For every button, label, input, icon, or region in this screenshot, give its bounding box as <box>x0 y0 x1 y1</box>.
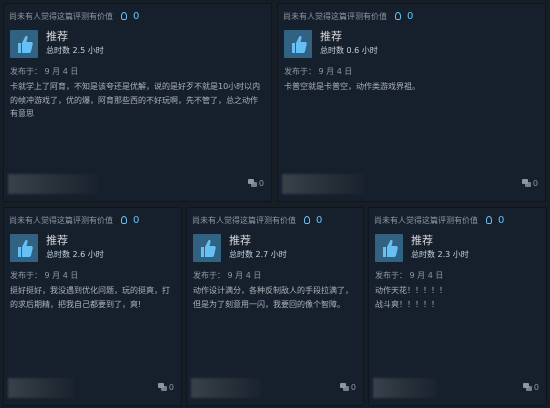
helpful-count: 0 <box>498 215 505 226</box>
author-avatar[interactable] <box>8 378 74 398</box>
author-avatar[interactable] <box>8 174 98 194</box>
vote-title: 推荐 <box>46 30 68 43</box>
vote-title: 推荐 <box>320 30 342 43</box>
comment-icon <box>157 383 167 391</box>
author-avatar[interactable] <box>373 378 437 398</box>
helpful-indicator: 尚未有人觉得这篇评测有价值 0 <box>9 214 175 228</box>
comment-count: 0 <box>533 383 539 392</box>
thumbs-up-icon <box>284 30 312 58</box>
vote-header[interactable]: 推荐 总时数 2.3 小时 <box>375 234 540 262</box>
lightbulb-icon <box>121 12 127 20</box>
vote-header[interactable]: 推荐 总时数 0.6 小时 <box>284 30 539 58</box>
comment-icon <box>521 179 531 187</box>
comment-count: 0 <box>168 383 174 392</box>
lightbulb-icon <box>395 12 401 20</box>
review-card[interactable]: 尚未有人觉得这篇评测有价值 0 推荐 总时数 2.5 小时 发布于： 9 月 4 … <box>3 3 272 202</box>
review-text: 动作天花！！！！！ 战斗爽！！！！！ <box>375 286 447 309</box>
comment-count: 0 <box>532 179 538 188</box>
comment-button[interactable]: 0 <box>247 177 264 191</box>
thumbs-up-icon <box>10 234 38 262</box>
vote-header[interactable]: 推荐 总时数 2.5 小时 <box>10 30 265 58</box>
review-card[interactable]: 尚未有人觉得这篇评测有价值 0 推荐 总时数 2.3 小时 发布于： 9 月 4 … <box>368 207 547 406</box>
vote-title: 推荐 <box>229 234 251 247</box>
hours-played: 总时数 2.3 小时 <box>411 250 469 259</box>
lightbulb-icon <box>121 216 127 224</box>
thumbs-up-icon <box>10 30 38 58</box>
helpful-text: 尚未有人觉得这篇评测有价值 <box>192 216 296 225</box>
helpful-indicator: 尚未有人觉得这篇评测有价值 0 <box>192 214 357 228</box>
review-card[interactable]: 尚未有人觉得这篇评测有价值 0 推荐 总时数 0.6 小时 发布于： 9 月 4 … <box>277 3 546 202</box>
review-text: 卡普空就是卡普空，动作类游戏界祖。 <box>284 82 420 91</box>
helpful-indicator: 尚未有人觉得这篇评测有价值 0 <box>283 10 539 24</box>
posted-date: 发布于： 9 月 4 日 <box>375 271 444 280</box>
hours-played: 总时数 2.6 小时 <box>46 250 104 259</box>
comment-count: 0 <box>350 383 356 392</box>
helpful-text: 尚未有人觉得这篇评测有价值 <box>374 216 478 225</box>
hours-played: 总时数 0.6 小时 <box>320 46 378 55</box>
helpful-indicator: 尚未有人觉得这篇评测有价值 0 <box>374 214 540 228</box>
thumbs-up-icon <box>193 234 221 262</box>
comment-button[interactable]: 0 <box>522 381 539 395</box>
posted-date: 发布于： 9 月 4 日 <box>10 271 79 280</box>
review-text: 卡就学上了阿育，不知是该夸还是优解，说的是好歹不就是10小时以内 的帧冲游戏了，… <box>10 82 261 118</box>
review-card[interactable]: 尚未有人觉得这篇评测有价值 0 推荐 总时数 2.6 小时 发布于： 9 月 4 … <box>3 207 182 406</box>
review-text: 挺好挺好，我没遇到优化问题，玩的挺爽，打 的求后期精，把我自己都要到了，爽! <box>10 286 170 309</box>
review-text: 动作设计满分，各种反制敌人的手段拉满了， 但是为了刻意用一闪，我要回的像个智障。 <box>193 286 353 309</box>
comment-button[interactable]: 0 <box>339 381 356 395</box>
helpful-count: 0 <box>133 11 140 22</box>
helpful-text: 尚未有人觉得这篇评测有价值 <box>283 12 387 21</box>
comment-button[interactable]: 0 <box>157 381 174 395</box>
comment-icon <box>522 383 532 391</box>
vote-header[interactable]: 推荐 总时数 2.7 小时 <box>193 234 357 262</box>
helpful-count: 0 <box>316 215 323 226</box>
comment-button[interactable]: 0 <box>521 177 538 191</box>
posted-date: 发布于： 9 月 4 日 <box>193 271 262 280</box>
vote-title: 推荐 <box>46 234 68 247</box>
helpful-indicator: 尚未有人觉得这篇评测有价值 0 <box>9 10 265 24</box>
helpful-count: 0 <box>407 11 414 22</box>
hours-played: 总时数 2.7 小时 <box>229 250 287 259</box>
lightbulb-icon <box>304 216 310 224</box>
review-card[interactable]: 尚未有人觉得这篇评测有价值 0 推荐 总时数 2.7 小时 发布于： 9 月 4 … <box>186 207 364 406</box>
posted-date: 发布于： 9 月 4 日 <box>10 67 79 76</box>
comment-icon <box>339 383 349 391</box>
comment-count: 0 <box>258 179 264 188</box>
lightbulb-icon <box>486 216 492 224</box>
helpful-text: 尚未有人觉得这篇评测有价值 <box>9 216 113 225</box>
helpful-text: 尚未有人觉得这篇评测有价值 <box>9 12 113 21</box>
posted-date: 发布于： 9 月 4 日 <box>284 67 353 76</box>
author-avatar[interactable] <box>282 174 364 194</box>
comment-icon <box>247 179 257 187</box>
vote-title: 推荐 <box>411 234 433 247</box>
thumbs-up-icon <box>375 234 403 262</box>
helpful-count: 0 <box>133 215 140 226</box>
vote-header[interactable]: 推荐 总时数 2.6 小时 <box>10 234 175 262</box>
author-avatar[interactable] <box>191 378 261 398</box>
hours-played: 总时数 2.5 小时 <box>46 46 104 55</box>
